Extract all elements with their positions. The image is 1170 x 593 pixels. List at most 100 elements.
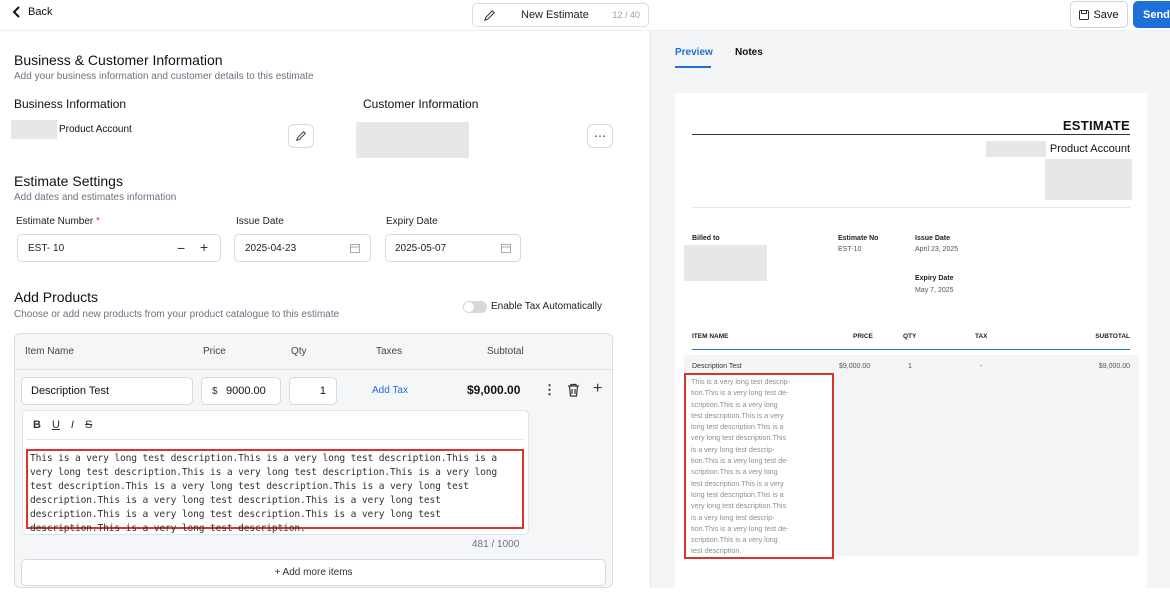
- strikethrough-icon[interactable]: S: [85, 419, 92, 431]
- heading-rule: [692, 134, 1130, 135]
- business-customer-subtitle: Add your business information and custom…: [14, 71, 314, 82]
- editor-toolbar: B U I S: [33, 419, 92, 431]
- add-products-subtitle: Choose or add new products from your pro…: [14, 309, 340, 320]
- desc-line: This is a very long test descrip-: [691, 377, 791, 386]
- issue-date-input[interactable]: 2025-04-23: [234, 234, 371, 262]
- back-button[interactable]: Back: [12, 4, 52, 20]
- estimate-settings-title: Estimate Settings: [14, 173, 123, 189]
- preview-description: This is a very long test descrip- tion.T…: [684, 373, 834, 559]
- column-header-subtotal: Subtotal: [487, 346, 524, 357]
- calendar-icon: [350, 244, 360, 253]
- estimate-title-field[interactable]: New Estimate 12 / 40: [472, 3, 649, 27]
- send-button[interactable]: Send: [1133, 1, 1170, 28]
- chevron-left-icon: [12, 6, 20, 18]
- preview-subtotal: $9,000.00: [1098, 363, 1130, 370]
- business-address-placeholder: [1045, 159, 1132, 200]
- pencil-icon: [484, 9, 495, 21]
- preview-panel: Preview Notes ESTIMATE Product Account B…: [650, 31, 1170, 593]
- preview-item-name: Description Test: [692, 363, 742, 370]
- estimate-number-value: EST- 10: [28, 243, 65, 254]
- add-row-icon[interactable]: +: [593, 380, 602, 398]
- desc-line: long test description.This is a: [691, 422, 784, 432]
- issue-date-label: Issue Date: [915, 235, 951, 242]
- save-label: Save: [1093, 8, 1119, 21]
- save-button[interactable]: Save: [1070, 1, 1128, 28]
- column-header-qty: Qty: [291, 346, 307, 357]
- item-subtotal: $9,000.00: [467, 383, 521, 397]
- add-tax-link[interactable]: Add Tax: [372, 385, 408, 396]
- item-name-input[interactable]: Description Test: [21, 377, 193, 405]
- qty-value: 1: [319, 385, 326, 397]
- table-divider: [15, 369, 612, 370]
- plus-icon[interactable]: +: [200, 239, 208, 255]
- add-products-title: Add Products: [14, 289, 99, 305]
- expiry-date-label: Expiry Date: [386, 216, 438, 227]
- tax-toggle[interactable]: [463, 301, 487, 313]
- desc-line: tion.This is a very long test de-: [691, 523, 789, 533]
- desc-line: long test description.This is a: [691, 489, 784, 499]
- title-char-count: 12 / 40: [612, 10, 640, 20]
- col-qty: QTY: [903, 333, 917, 340]
- preview-tax: -: [980, 363, 983, 370]
- table-header-rule: [692, 349, 1130, 350]
- kebab-menu-icon[interactable]: ⋮: [543, 382, 556, 398]
- column-header-item-name: Item Name: [25, 346, 74, 357]
- col-tax: TAX: [975, 333, 988, 340]
- estimate-document: ESTIMATE Product Account Billed to Estim…: [675, 93, 1147, 593]
- send-label: Send: [1143, 8, 1170, 21]
- column-header-taxes: Taxes: [376, 346, 403, 357]
- add-more-items-button[interactable]: + Add more items: [21, 559, 606, 586]
- edit-business-button[interactable]: [288, 124, 314, 148]
- item-name-value: Description Test: [31, 385, 110, 397]
- char-count: 481 / 1000: [472, 539, 520, 550]
- desc-line: test description.This is a very: [691, 478, 784, 488]
- italic-icon[interactable]: I: [71, 419, 74, 431]
- tax-toggle-label: Enable Tax Automatically: [491, 301, 602, 312]
- trash-icon[interactable]: [567, 383, 580, 397]
- currency-symbol: $: [212, 386, 218, 397]
- bold-icon[interactable]: B: [33, 419, 41, 431]
- required-mark: *: [96, 216, 100, 227]
- issue-date-value: 2025-04-23: [245, 243, 297, 254]
- section-divider: [692, 207, 1130, 208]
- desc-line: tion.This is a very long test de-: [691, 388, 789, 398]
- underline-icon[interactable]: U: [52, 419, 60, 431]
- col-item-name: ITEM NAME: [692, 333, 729, 340]
- tab-notes[interactable]: Notes: [735, 47, 763, 58]
- qty-input[interactable]: 1: [289, 377, 337, 405]
- expiry-date-value: May 7, 2025: [915, 287, 954, 294]
- desc-line: test description.: [691, 546, 742, 556]
- desc-line: very long test description.This: [691, 433, 787, 443]
- issue-date-label: Issue Date: [236, 216, 284, 227]
- customer-info-label: Customer Information: [363, 97, 479, 111]
- desc-line: scription.This is a very long: [691, 399, 778, 409]
- business-logo-placeholder: [11, 120, 57, 139]
- toolbar-divider: [26, 439, 524, 440]
- desc-line: is a very long test descrip-: [691, 444, 775, 454]
- floppy-disk-icon: [1079, 9, 1090, 20]
- business-logo-placeholder: [986, 141, 1046, 157]
- price-input[interactable]: $ 9000.00: [201, 377, 281, 405]
- expiry-date-input[interactable]: 2025-05-07: [385, 234, 521, 262]
- desc-line: is a very long test descrip-: [691, 512, 775, 522]
- business-name: Product Account: [59, 124, 132, 135]
- estimate-no-value: EST-10: [838, 246, 862, 253]
- description-text[interactable]: This is a very long test description.Thi…: [26, 449, 524, 534]
- minus-icon[interactable]: −: [177, 240, 185, 256]
- col-price: PRICE: [853, 333, 873, 340]
- customer-placeholder[interactable]: [356, 122, 469, 158]
- active-tab-indicator: [675, 66, 711, 68]
- desc-line: scription.This is a very long: [691, 535, 778, 545]
- pencil-icon: [295, 131, 306, 142]
- tab-preview[interactable]: Preview: [675, 47, 713, 58]
- back-label: Back: [28, 6, 53, 18]
- estimate-title: New Estimate: [521, 9, 589, 21]
- more-options-icon[interactable]: ⋯: [587, 124, 613, 148]
- desc-line: very long test description.This: [691, 501, 787, 511]
- preview-business-name: Product Account: [1049, 143, 1130, 155]
- column-header-price: Price: [203, 346, 226, 357]
- estimate-no-label: Estimate No: [838, 235, 879, 242]
- col-subtotal: SUBTOTAL: [1095, 333, 1130, 340]
- description-editor[interactable]: B U I S This is a very long test descrip…: [22, 410, 529, 535]
- estimate-number-stepper[interactable]: EST- 10 − +: [17, 234, 221, 262]
